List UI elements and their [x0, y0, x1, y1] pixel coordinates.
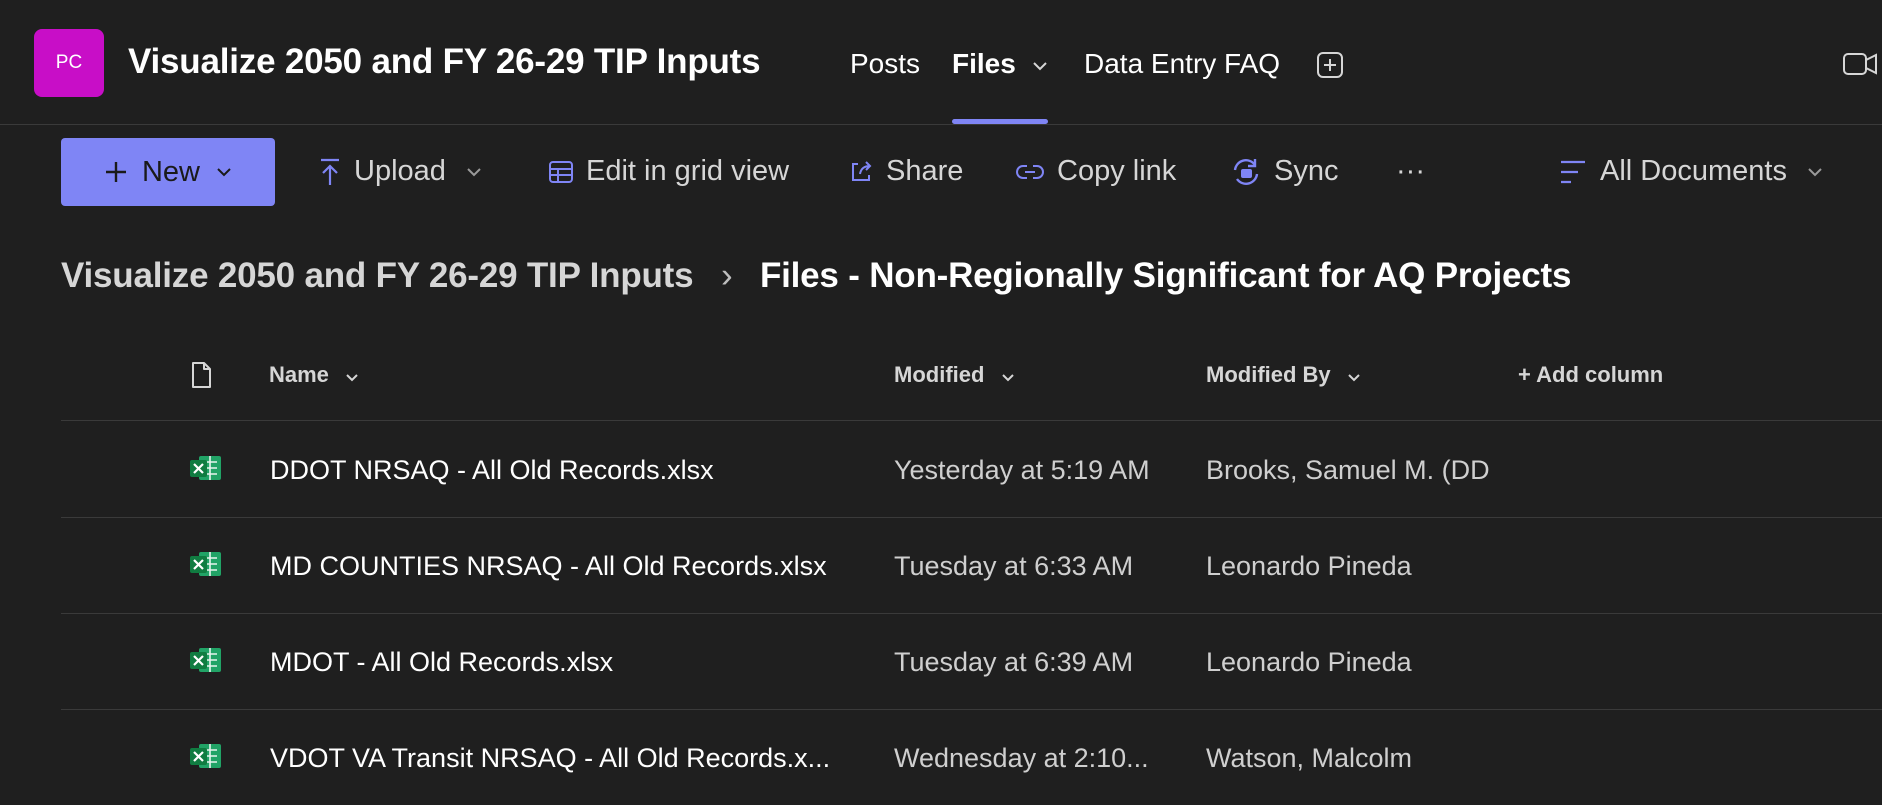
view-label: All Documents	[1600, 155, 1787, 187]
edit-grid-label: Edit in grid view	[586, 155, 790, 187]
edit-in-grid-view-button[interactable]: Edit in grid view	[548, 155, 789, 188]
share-button[interactable]: Share	[848, 155, 963, 188]
table-row[interactable]: DDOT NRSAQ - All Old Records.xlsx Yester…	[61, 421, 1882, 518]
add-tab-icon[interactable]	[1316, 51, 1344, 79]
column-header-modified[interactable]: Modified	[894, 362, 1015, 388]
file-name[interactable]: MDOT - All Old Records.xlsx	[270, 647, 613, 678]
tab-files[interactable]: Files	[952, 48, 1048, 80]
sync-icon	[1233, 158, 1259, 185]
column-header-modified-by[interactable]: Modified By	[1206, 362, 1361, 388]
tab-posts[interactable]: Posts	[850, 48, 920, 80]
file-name[interactable]: DDOT NRSAQ - All Old Records.xlsx	[270, 455, 714, 486]
column-header-name-label: Name	[269, 362, 329, 387]
excel-file-icon	[190, 456, 221, 480]
chevron-down-icon	[217, 168, 231, 177]
chevron-down-icon	[346, 374, 358, 382]
table-row[interactable]: MDOT - All Old Records.xlsx Tuesday at 6…	[61, 613, 1882, 710]
file-modified: Yesterday at 5:19 AM	[894, 455, 1150, 485]
excel-file-icon	[190, 552, 221, 576]
file-modified-by: Leonardo Pineda	[1206, 647, 1412, 677]
column-header-modified-by-label: Modified By	[1206, 362, 1331, 387]
share-label: Share	[886, 155, 964, 187]
chevron-down-icon	[467, 167, 481, 176]
file-type-icon[interactable]	[190, 361, 212, 389]
chevron-down-icon	[1032, 61, 1047, 71]
copy-link-button[interactable]: Copy link	[1015, 155, 1176, 188]
sync-button[interactable]: Sync	[1230, 155, 1338, 188]
file-modified: Tuesday at 6:33 AM	[894, 551, 1134, 581]
upload-icon	[321, 158, 339, 185]
file-modified-by: Leonardo Pineda	[1206, 551, 1412, 581]
team-avatar[interactable]: PC	[34, 29, 104, 97]
file-modified-by: Watson, Malcolm	[1206, 743, 1413, 773]
add-column-button[interactable]: + Add column	[1518, 362, 1663, 388]
share-icon	[852, 160, 872, 181]
table-row[interactable]: VDOT VA Transit NRSAQ - All Old Records.…	[61, 709, 1882, 805]
new-button[interactable]: New	[61, 138, 275, 206]
file-modified: Wednesday at 2:10...	[894, 743, 1149, 773]
view-selector[interactable]: All Documents	[1558, 155, 1823, 188]
team-avatar-initials: PC	[55, 52, 83, 73]
upload-button[interactable]: Upload	[318, 155, 482, 188]
sync-label: Sync	[1274, 155, 1339, 187]
video-call-icon[interactable]	[1842, 50, 1878, 78]
list-view-icon	[1561, 160, 1585, 183]
chevron-down-icon	[1348, 374, 1360, 382]
grid-icon	[549, 160, 573, 183]
file-name[interactable]: VDOT VA Transit NRSAQ - All Old Records.…	[270, 743, 830, 774]
channel-title: Visualize 2050 and FY 26-29 TIP Inputs	[128, 42, 761, 81]
file-modified: Tuesday at 6:39 AM	[894, 647, 1134, 677]
breadcrumb: Visualize 2050 and FY 26-29 TIP Inputs ›…	[61, 256, 1571, 296]
copy-link-label: Copy link	[1057, 155, 1177, 187]
plus-icon	[105, 162, 126, 182]
breadcrumb-current: Files - Non-Regionally Significant for A…	[759, 256, 1572, 295]
channel-header: PC Visualize 2050 and FY 26-29 TIP Input…	[0, 0, 1882, 125]
file-modified-by: Brooks, Samuel M. (DD	[1206, 455, 1490, 485]
active-tab-indicator	[952, 119, 1048, 124]
tab-files-label: Files	[952, 48, 1016, 79]
link-icon	[1016, 164, 1044, 179]
column-header-name[interactable]: Name	[269, 362, 359, 388]
chevron-down-icon	[1001, 374, 1014, 382]
excel-file-icon	[190, 648, 221, 672]
more-actions-button[interactable]: ···	[1396, 155, 1425, 188]
table-row[interactable]: MD COUNTIES NRSAQ - All Old Records.xlsx…	[61, 517, 1882, 614]
more-icon: ···	[1396, 155, 1425, 187]
column-header-modified-label: Modified	[894, 362, 985, 387]
upload-label: Upload	[354, 155, 446, 187]
excel-file-icon	[190, 744, 221, 768]
file-name[interactable]: MD COUNTIES NRSAQ - All Old Records.xlsx	[270, 551, 827, 582]
breadcrumb-separator: ›	[720, 256, 733, 295]
chevron-down-icon	[1808, 167, 1822, 176]
new-button-label: New	[141, 155, 200, 188]
breadcrumb-parent[interactable]: Visualize 2050 and FY 26-29 TIP Inputs	[61, 256, 694, 295]
tab-data-entry-faq[interactable]: Data Entry FAQ	[1084, 48, 1280, 80]
